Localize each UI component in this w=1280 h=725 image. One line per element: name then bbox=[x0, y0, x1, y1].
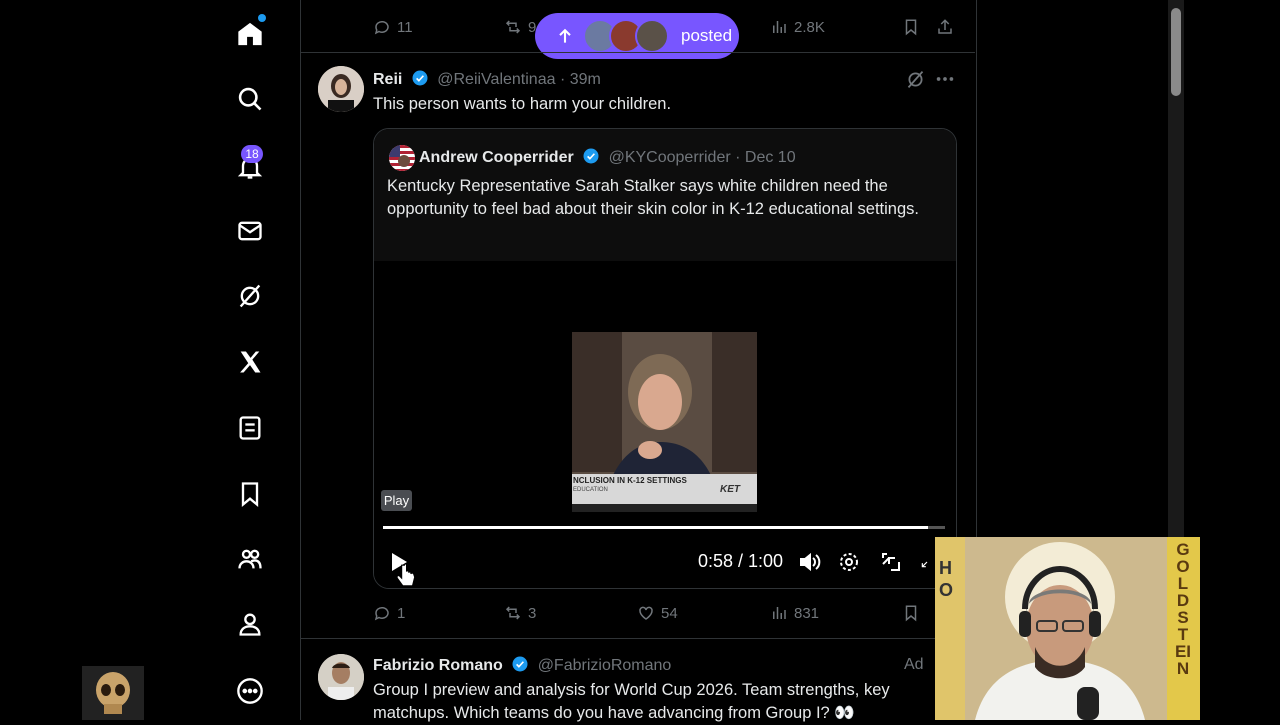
prev-bookmark-button[interactable] bbox=[902, 18, 920, 36]
play-tooltip-box: Play bbox=[381, 490, 412, 511]
webcam-overlay: GOLDSTEIN HO bbox=[935, 537, 1200, 720]
verified-badge-icon bbox=[512, 656, 528, 672]
messages-icon[interactable] bbox=[232, 213, 268, 249]
verified-badge-icon bbox=[412, 70, 428, 86]
tweet-time[interactable]: · 39m bbox=[560, 71, 601, 88]
next-tweet-header: Fabrizio Romano @FabrizioRomano bbox=[373, 655, 671, 675]
volume-icon[interactable] bbox=[797, 550, 821, 574]
arrow-up-icon bbox=[559, 28, 571, 43]
quote-card[interactable]: Andrew Cooperrider @KYCooperrider · Dec … bbox=[373, 128, 957, 589]
like-button[interactable]: 54 bbox=[637, 604, 678, 622]
notifications-icon[interactable]: 18 bbox=[232, 145, 268, 185]
picture-in-picture-icon[interactable] bbox=[879, 550, 903, 574]
profile-icon[interactable] bbox=[232, 606, 268, 642]
pill-avatar bbox=[635, 19, 669, 53]
reply-count: 1 bbox=[397, 604, 406, 622]
ad-label: Ad bbox=[904, 656, 924, 673]
avatar[interactable] bbox=[318, 66, 364, 112]
prev-views-count: 2.8K bbox=[794, 18, 825, 36]
views-count: 831 bbox=[794, 604, 820, 622]
skull-icon bbox=[96, 672, 130, 714]
quote-time[interactable]: · Dec 10 bbox=[735, 149, 795, 166]
views-button[interactable]: 831 bbox=[770, 604, 819, 622]
video-progress-track[interactable] bbox=[383, 526, 945, 529]
bookmark-button[interactable] bbox=[902, 604, 920, 622]
account-avatar[interactable] bbox=[82, 666, 144, 720]
prev-reply-count: 11 bbox=[397, 18, 413, 36]
next-tweet-text: Group I preview and analysis for World C… bbox=[373, 681, 890, 722]
x-premium-icon[interactable] bbox=[232, 344, 268, 380]
pill-label: posted bbox=[681, 26, 733, 45]
lists-icon[interactable] bbox=[232, 410, 268, 446]
bookmarks-icon[interactable] bbox=[232, 476, 268, 512]
quote-author-name[interactable]: Andrew Cooperrider bbox=[419, 149, 574, 166]
communities-icon[interactable] bbox=[232, 541, 268, 577]
fullscreen-icon[interactable] bbox=[920, 550, 934, 574]
retweet-button[interactable]: 3 bbox=[504, 604, 536, 622]
next-author-name[interactable]: Fabrizio Romano bbox=[373, 657, 503, 674]
video-frame: NCLUSION IN K-12 SETTINGS EDUCATION KET bbox=[572, 332, 757, 512]
grok-icon[interactable] bbox=[232, 278, 268, 314]
quote-text: Kentucky Representative Sarah Stalker sa… bbox=[387, 177, 919, 218]
video-time: 0:58 / 1:00 bbox=[698, 551, 784, 571]
retweet-count: 3 bbox=[528, 604, 537, 622]
station-logo: KET bbox=[720, 484, 740, 495]
author-name[interactable]: Reii bbox=[373, 71, 402, 88]
video-lower-third-sub: EDUCATION bbox=[573, 487, 608, 493]
author-handle[interactable]: @ReiiValentinaa bbox=[437, 71, 555, 88]
tweet-text: This person wants to harm your children. bbox=[373, 95, 672, 113]
search-icon[interactable] bbox=[232, 81, 268, 117]
prev-share-button[interactable] bbox=[936, 18, 954, 36]
settings-gear-icon[interactable] bbox=[837, 550, 861, 574]
quote-avatar[interactable] bbox=[389, 145, 415, 171]
video-player[interactable]: NCLUSION IN K-12 SETTINGS EDUCATION KET … bbox=[374, 261, 956, 588]
webcam-left-letters: HO bbox=[939, 558, 954, 600]
cursor-hand-icon bbox=[396, 563, 416, 587]
grok-icon[interactable] bbox=[905, 69, 926, 90]
more-icon[interactable] bbox=[232, 673, 268, 709]
quote-header: Andrew Cooperrider @KYCooperrider · Dec … bbox=[419, 147, 796, 167]
like-count: 54 bbox=[661, 604, 678, 622]
reply-button[interactable]: 1 bbox=[373, 604, 405, 622]
play-tooltip-label: Play bbox=[383, 493, 410, 508]
prev-reply-button[interactable]: 11 bbox=[373, 18, 413, 36]
scrollbar-thumb[interactable] bbox=[1171, 8, 1181, 96]
video-progress-fill bbox=[383, 526, 929, 529]
verified-badge-icon bbox=[583, 148, 599, 164]
more-options-icon[interactable] bbox=[934, 68, 956, 90]
notifications-badge: 18 bbox=[241, 145, 263, 163]
quote-author-handle[interactable]: @KYCooperrider bbox=[609, 149, 731, 166]
tweet-header: Reii @ReiiValentinaa · 39m bbox=[373, 69, 601, 89]
prev-retweet-button[interactable]: 9 bbox=[504, 18, 536, 36]
prev-views-button[interactable]: 2.8K bbox=[770, 18, 825, 36]
next-author-handle[interactable]: @FabrizioRomano bbox=[538, 657, 672, 674]
webcam-side-text: GOLDSTEIN bbox=[1174, 540, 1192, 678]
video-lower-third: NCLUSION IN K-12 SETTINGS bbox=[573, 476, 687, 485]
home-icon[interactable] bbox=[232, 14, 268, 52]
avatar[interactable] bbox=[318, 654, 364, 700]
